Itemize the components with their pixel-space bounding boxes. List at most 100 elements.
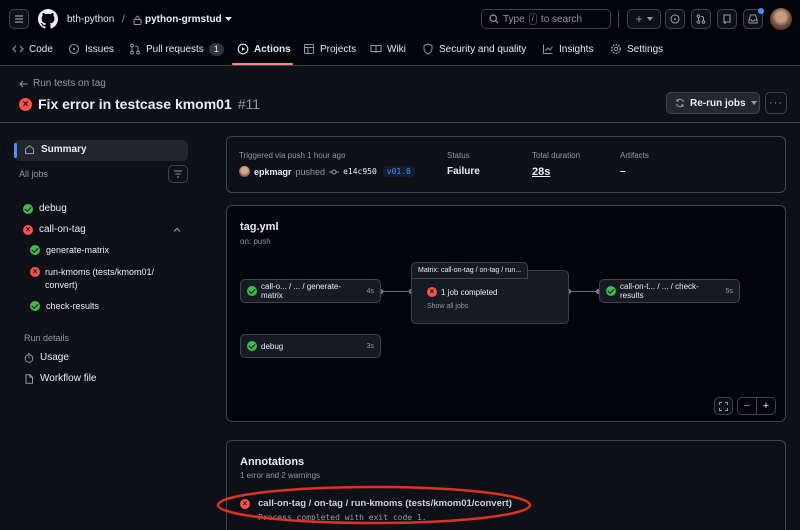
connector-line <box>569 291 599 292</box>
more-options-button[interactable]: ··· <box>765 92 787 114</box>
issues-button[interactable] <box>665 9 685 29</box>
lock-icon <box>133 15 142 25</box>
issue-opened-icon <box>670 14 680 24</box>
zoom-in-button[interactable]: + <box>757 398 775 414</box>
back-link[interactable]: Run tests on tag <box>19 78 106 89</box>
notification-dot <box>758 8 764 14</box>
inbox-icon <box>748 14 758 24</box>
workflow-trigger: on: push <box>240 237 271 246</box>
tab-pull-requests[interactable]: Pull requests 1 <box>129 40 224 58</box>
graph-job-generate-matrix[interactable]: call-o... / ... / generate-matrix 4s <box>240 279 381 303</box>
owner-link[interactable]: bth-python <box>67 14 114 25</box>
sidebar-job-generate-matrix[interactable]: generate-matrix <box>30 245 109 255</box>
search-icon <box>489 14 499 24</box>
caret-down-icon <box>646 17 653 21</box>
duration-label: Total duration <box>532 151 581 160</box>
global-header: bth-python / python-grmstud Type / to se… <box>0 0 800 66</box>
plus-icon: + <box>635 12 643 26</box>
git-pull-request-icon <box>696 14 706 24</box>
user-avatar[interactable] <box>770 8 792 30</box>
rerun-label: Re-run jobs <box>690 97 746 109</box>
selected-tab-underline <box>232 63 293 65</box>
sidebar-job-debug[interactable]: debug <box>23 203 67 214</box>
status-label: Status <box>447 151 470 160</box>
actor-name[interactable]: epkmagr <box>254 167 292 177</box>
repositories-button[interactable] <box>717 9 737 29</box>
github-mark-icon <box>38 9 58 29</box>
tab-actions[interactable]: Actions <box>237 40 291 58</box>
tab-wiki[interactable]: Wiki <box>370 40 406 58</box>
run-header-divider <box>0 122 800 123</box>
connector-line <box>381 291 412 292</box>
create-new-button[interactable]: + <box>627 9 661 29</box>
commit-sha[interactable]: e14c950 <box>343 167 377 176</box>
run-summary-card: Triggered via push 1 hour ago epkmagr pu… <box>226 136 786 193</box>
tab-label: Actions <box>254 43 291 55</box>
shield-icon <box>423 43 433 55</box>
sidebar-item-usage[interactable]: Usage <box>24 352 69 363</box>
tag-badge[interactable]: v01.8 <box>382 166 415 177</box>
show-all-jobs-link[interactable]: Show all jobs <box>427 303 468 310</box>
fullscreen-button[interactable] <box>714 397 733 415</box>
repo-link[interactable]: python-grmstud <box>145 14 222 25</box>
kebab-horizontal-icon: ··· <box>769 97 783 109</box>
zoom-out-button[interactable]: − <box>738 398 757 414</box>
matrix-status-text: 1 job completed <box>441 287 498 297</box>
tab-label: Security and quality <box>439 43 527 55</box>
selected-indicator <box>14 143 17 158</box>
tab-projects[interactable]: Projects <box>303 40 356 58</box>
tab-issues[interactable]: Issues <box>68 40 114 58</box>
graph-job-label: call-o... / ... / generate-matrix <box>261 282 342 300</box>
filter-icon <box>174 170 182 178</box>
tab-label: Issues <box>85 43 114 55</box>
tab-insights[interactable]: Insights <box>542 40 593 58</box>
graph-job-duration: 5s <box>725 287 733 295</box>
graph-job-duration: 3s <box>366 342 374 350</box>
tab-label: Insights <box>559 43 594 55</box>
filter-jobs-button[interactable] <box>168 165 188 183</box>
annotations-title: Annotations <box>240 456 305 468</box>
notifications-button[interactable] <box>743 8 764 29</box>
search-shortcut-key: / <box>528 13 537 25</box>
tab-settings[interactable]: Settings <box>610 40 663 58</box>
back-link-label: Run tests on tag <box>33 78 106 89</box>
issue-icon <box>68 43 80 55</box>
tab-code[interactable]: Code <box>12 40 53 58</box>
run-number: #11 <box>237 96 261 112</box>
duration-value[interactable]: 28s <box>532 166 550 178</box>
graph-job-check-results[interactable]: call-on-t... / ... / check-results 5s <box>599 279 740 303</box>
chevron-up-icon[interactable] <box>173 227 181 232</box>
git-commit-icon <box>329 169 340 174</box>
sidebar-job-check-results[interactable]: check-results <box>30 301 99 311</box>
artifacts-value: – <box>620 166 626 177</box>
tab-security[interactable]: Security and quality <box>422 40 526 58</box>
matrix-status: × 1 job completed <box>427 287 497 297</box>
search-input[interactable]: Type / to search <box>481 9 611 29</box>
graph-matrix-group[interactable]: Matrix: call-on-tag / on-tag / run... × … <box>411 262 569 324</box>
check-circle-icon <box>30 245 40 255</box>
rerun-jobs-button[interactable]: Re-run jobs <box>666 92 760 114</box>
workflow-file-name: tag.yml <box>240 221 279 233</box>
chevron-down-icon[interactable] <box>225 17 232 22</box>
workflow-file-label: Workflow file <box>40 373 97 384</box>
highlight-ellipse <box>216 485 532 525</box>
run-title-text: Fix error in testcase kmom01 <box>38 96 232 112</box>
graph-icon <box>543 44 553 54</box>
menu-button[interactable] <box>9 9 29 29</box>
x-circle-icon: × <box>23 224 33 235</box>
pull-requests-button[interactable] <box>691 9 711 29</box>
graph-job-debug[interactable]: debug 3s <box>240 334 381 358</box>
job-label: debug <box>39 203 67 214</box>
code-icon <box>12 45 24 53</box>
summary-label: Summary <box>41 144 87 155</box>
x-circle-icon: × <box>427 287 437 297</box>
sidebar-item-summary[interactable]: Summary <box>14 140 188 161</box>
tab-label: Pull requests <box>146 43 204 55</box>
graph-job-label: call-on-t... / ... / check-results <box>620 282 699 300</box>
sidebar-item-workflow-file[interactable]: Workflow file <box>24 373 97 384</box>
github-logo[interactable] <box>38 9 58 29</box>
repo-icon <box>723 14 731 24</box>
run-title: × Fix error in testcase kmom01 #11 <box>19 96 260 112</box>
actor-avatar <box>239 166 250 177</box>
sidebar-job-call-on-tag[interactable]: × call-on-tag <box>23 224 86 235</box>
